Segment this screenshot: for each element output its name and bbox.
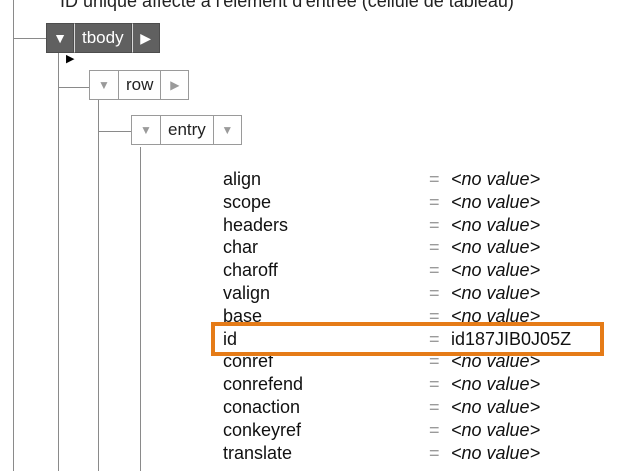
tree-line <box>13 38 47 39</box>
attribute-value[interactable]: <no value> <box>451 373 540 395</box>
tree-line <box>98 131 132 132</box>
collapse-triangle-icon[interactable]: ▼ <box>132 116 160 144</box>
attribute-name: charoff <box>223 260 278 281</box>
attribute-name: conaction <box>223 396 301 417</box>
entry-node[interactable]: ▼ entry ▼ <box>131 115 242 145</box>
attribute-row-conkeyref[interactable]: conkeyref = <no value> <box>223 419 623 442</box>
tree-line <box>98 100 99 471</box>
attribute-row-scope[interactable]: scope = <no value> <box>223 191 623 214</box>
attribute-value[interactable]: <no value> <box>451 214 540 236</box>
attribute-value[interactable]: <no value> <box>451 282 540 304</box>
attribute-list: align = <no value> scope = <no value> headers =… <box>223 168 623 464</box>
equals-sign: = <box>429 260 440 281</box>
attribute-row-align[interactable]: align = <no value> <box>223 168 623 191</box>
attribute-value[interactable]: <no value> <box>451 442 540 464</box>
equals-sign: = <box>429 191 440 212</box>
equals-sign: = <box>429 214 440 235</box>
attribute-name: valign <box>223 282 271 303</box>
attribute-row-valign[interactable]: valign = <no value> <box>223 282 623 305</box>
attribute-value[interactable]: <no value> <box>451 259 540 281</box>
attribute-row-translate[interactable]: translate = <no value> <box>223 442 623 465</box>
attribute-value[interactable]: <no value> <box>451 396 540 418</box>
attribute-name: conrefend <box>223 374 304 395</box>
attribute-row-conrefend[interactable]: conrefend = <no value> <box>223 373 623 396</box>
attribute-value[interactable]: <no value> <box>451 236 540 258</box>
tree-line <box>58 52 59 471</box>
entry-node-label: entry <box>160 116 213 144</box>
equals-sign: = <box>429 282 440 303</box>
caption-text: ID unique affecté à l'élément d'entrée (… <box>60 0 514 11</box>
next-sibling-arrow-icon[interactable]: ▶ <box>160 71 188 99</box>
next-sibling-arrow-icon[interactable]: ▶ <box>131 23 160 53</box>
equals-sign: = <box>429 442 440 463</box>
attribute-name: conkeyref <box>223 419 302 440</box>
id-attribute-highlight <box>211 322 604 356</box>
attribute-name: translate <box>223 442 293 463</box>
equals-sign: = <box>429 419 440 440</box>
tree-line <box>58 87 90 88</box>
attribute-value[interactable]: <no value> <box>451 168 540 190</box>
equals-sign: = <box>429 374 440 395</box>
attribute-value[interactable]: <no value> <box>451 191 540 213</box>
attribute-name: headers <box>223 214 289 235</box>
attribute-row-char[interactable]: char = <no value> <box>223 236 623 259</box>
attribute-value[interactable]: <no value> <box>451 419 540 441</box>
attribute-name: scope <box>223 191 272 212</box>
collapse-triangle-icon[interactable]: ▼ <box>90 71 118 99</box>
attribute-row-conaction[interactable]: conaction = <no value> <box>223 396 623 419</box>
attribute-name: align <box>223 169 262 189</box>
attribute-row-charoff[interactable]: charoff = <no value> <box>223 259 623 282</box>
insertion-marker-icon: ▶ <box>66 53 75 65</box>
attribute-row-headers[interactable]: headers = <no value> <box>223 214 623 237</box>
tbody-node[interactable]: ▼ tbody ▶ <box>46 23 160 53</box>
equals-sign: = <box>429 396 440 417</box>
tree-line <box>13 0 14 471</box>
row-node[interactable]: ▼ row ▶ <box>89 70 190 100</box>
attributes-toggle-icon[interactable]: ▼ <box>212 116 241 144</box>
row-node-label: row <box>118 71 160 99</box>
tree-line <box>140 147 141 471</box>
xml-structure-view: ID unique affecté à l'élément d'entrée (… <box>0 0 642 471</box>
equals-sign: = <box>429 169 440 189</box>
collapse-triangle-icon[interactable]: ▼ <box>46 23 74 53</box>
tbody-node-label: tbody <box>74 23 132 53</box>
equals-sign: = <box>429 237 440 258</box>
attribute-name: char <box>223 237 259 258</box>
